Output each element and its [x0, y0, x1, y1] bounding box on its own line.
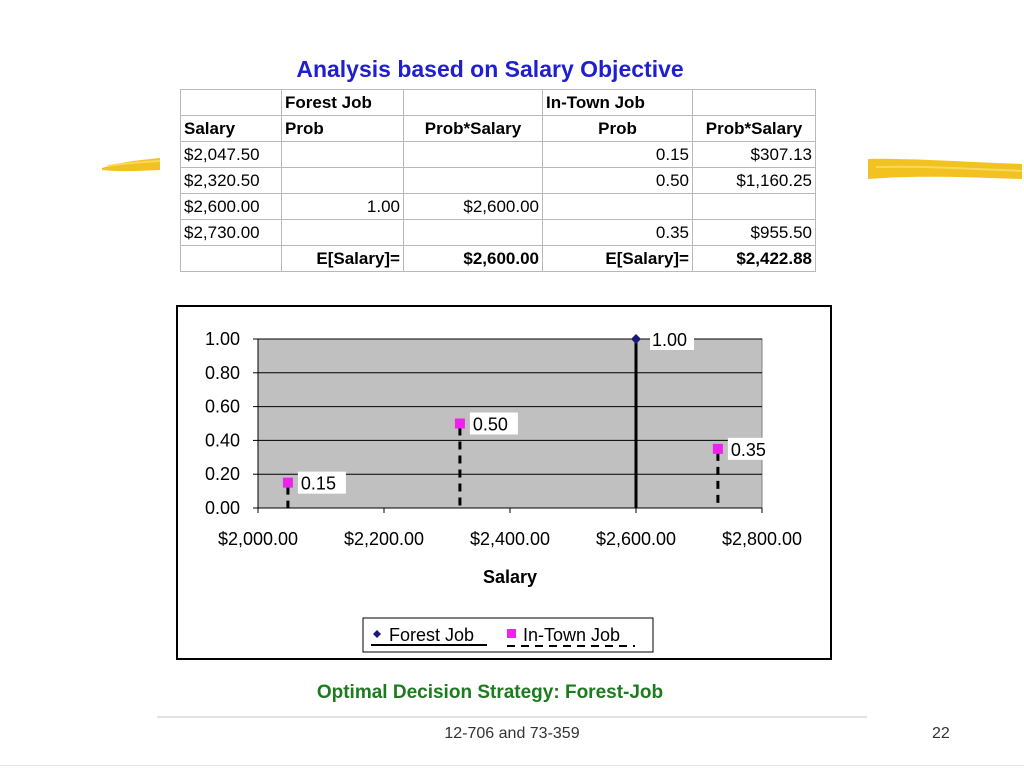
- table-cell: [180, 245, 282, 272]
- table-cell: [403, 167, 543, 194]
- in-town-job-point: [712, 443, 723, 454]
- table-cell: $2,600.00: [403, 193, 543, 220]
- x-tick-label: $2,600.00: [596, 529, 676, 549]
- table-cell: Forest Job: [281, 89, 404, 116]
- strategy-caption: Optimal Decision Strategy: Forest-Job: [316, 682, 664, 703]
- table-cell: Prob*Salary: [403, 115, 543, 142]
- y-tick-label: 1.00: [205, 329, 240, 349]
- table-cell: [403, 89, 543, 116]
- table-cell: $2,047.50: [180, 141, 282, 168]
- data-label: 0.35: [731, 440, 766, 460]
- in-town-job-point: [282, 477, 293, 488]
- table-cell: $955.50: [692, 219, 816, 246]
- table-cell: $2,600.00: [403, 245, 543, 272]
- y-tick-label: 0.00: [205, 498, 240, 518]
- table-cell: [281, 167, 404, 194]
- table-cell: $2,600.00: [180, 193, 282, 220]
- table-cell: Salary: [180, 115, 282, 142]
- table-totals-row: E[Salary]= $2,600.00 E[Salary]= $2,422.8…: [180, 245, 816, 272]
- table-header-row: Salary Prob Prob*Salary Prob Prob*Salary: [180, 115, 816, 142]
- data-label: 1.00: [652, 330, 687, 350]
- table-cell: 0.50: [542, 167, 693, 194]
- table-cell: Prob*Salary: [692, 115, 816, 142]
- table-cell: [180, 89, 282, 116]
- table-cell: In-Town Job: [542, 89, 693, 116]
- table-cell: E[Salary]=: [281, 245, 404, 272]
- page-number: 22: [932, 725, 950, 742]
- table-cell: Prob: [281, 115, 404, 142]
- left-brush-stroke: [102, 158, 161, 172]
- data-label: 0.50: [473, 415, 508, 435]
- x-tick-label: $2,000.00: [218, 529, 298, 549]
- y-tick-label: 0.80: [205, 363, 240, 383]
- in-town-job-point: [454, 418, 465, 429]
- right-brush-stroke: [868, 158, 1023, 179]
- table-cell: $2,320.50: [180, 167, 282, 194]
- x-tick-label: $2,200.00: [344, 529, 424, 549]
- slide-title: Analysis based on Salary Objective: [296, 56, 684, 82]
- table-cell: $1,160.25: [692, 167, 816, 194]
- data-label: 0.15: [301, 474, 336, 494]
- table-cell: E[Salary]=: [542, 245, 693, 272]
- table-row: $2,320.50 0.50 $1,160.25: [180, 167, 816, 194]
- table-cell: [403, 219, 543, 246]
- salary-probability-chart: 0.00 0.20 0.40 0.60 0.80 1.00 $2,000.00 $2,200.…: [205, 328, 802, 653]
- table-cell: 1.00: [281, 193, 404, 220]
- chart-container: 0.00 0.20 0.40 0.60 0.80 1.00 $2,000.00 $2,200.…: [176, 305, 832, 660]
- table-cell: 0.35: [542, 219, 693, 246]
- bottom-divider: [0, 765, 1024, 766]
- table-cell: Prob: [542, 115, 693, 142]
- table-row: $2,730.00 0.35 $955.50: [180, 219, 816, 246]
- legend-label-forest-job: Forest Job: [389, 625, 474, 645]
- table-cell: $2,730.00: [180, 219, 282, 246]
- salary-table: Forest Job In-Town Job Salary Prob Prob*…: [180, 89, 816, 272]
- table-cell: [692, 89, 816, 116]
- y-tick-label: 0.40: [205, 430, 240, 450]
- table-row: $2,047.50 0.15 $307.13: [180, 141, 816, 168]
- table-cell: $2,422.88: [692, 245, 816, 272]
- table-cell: [281, 219, 404, 246]
- table-group-header-row: Forest Job In-Town Job: [180, 89, 816, 116]
- y-tick-label: 0.20: [205, 464, 240, 484]
- footer-divider: [157, 716, 867, 718]
- table-cell: $307.13: [692, 141, 816, 168]
- x-axis-title: Salary: [483, 567, 537, 587]
- table-cell: [281, 141, 404, 168]
- x-tick-label: $2,800.00: [722, 529, 802, 549]
- footer-text: 12-706 and 73-359: [444, 725, 580, 742]
- legend-in-town-marker: [507, 629, 516, 638]
- table-cell: [542, 193, 693, 220]
- legend-label-in-town-job: In-Town Job: [523, 625, 620, 645]
- x-tick-label: $2,400.00: [470, 529, 550, 549]
- table-cell: 0.15: [542, 141, 693, 168]
- y-tick-label: 0.60: [205, 397, 240, 417]
- table-cell: [692, 193, 816, 220]
- table-row: $2,600.00 1.00 $2,600.00: [180, 193, 816, 220]
- table-cell: [403, 141, 543, 168]
